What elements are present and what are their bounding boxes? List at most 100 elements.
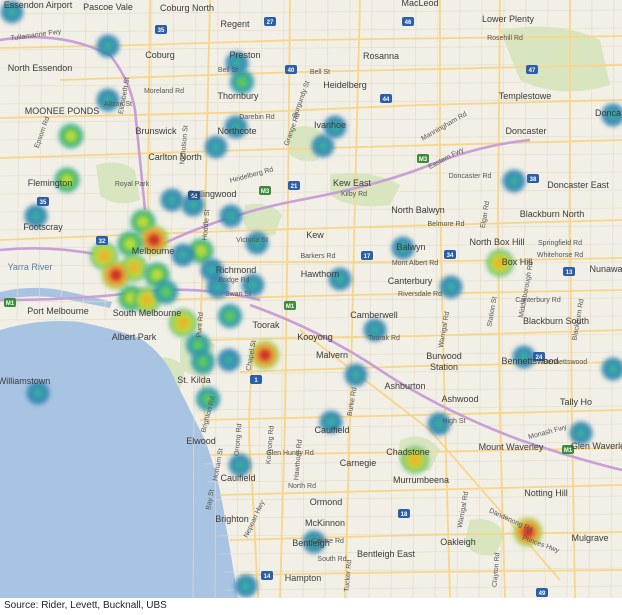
road-label: Barkers Rd: [300, 253, 335, 260]
suburb-label: Box Hill: [502, 257, 533, 267]
suburb-label: Bentleigh: [292, 538, 330, 548]
svg-text:13: 13: [566, 270, 573, 276]
suburb-label: Kooyong: [297, 332, 333, 342]
suburb-label: Heidelberg: [323, 80, 367, 90]
svg-text:46: 46: [405, 20, 412, 26]
suburb-label: Flemington: [28, 178, 73, 188]
heat-spot: [311, 134, 335, 158]
heat-spot: [217, 348, 241, 372]
suburb-label: Coburg North: [160, 3, 214, 13]
route-shield: 35: [37, 197, 49, 206]
road-label: High St: [443, 418, 466, 425]
suburb-label: Brunswick: [135, 126, 177, 136]
heat-spot: [502, 169, 526, 193]
suburb-label: Bennettswood: [501, 356, 558, 366]
heat-spot: [204, 135, 228, 159]
suburb-label: Kew East: [333, 178, 372, 188]
suburb-label: Williamstown: [0, 376, 50, 386]
suburb-label: Oakleigh: [440, 537, 476, 547]
svg-text:38: 38: [530, 177, 537, 183]
svg-text:44: 44: [383, 97, 390, 103]
heat-spot: [160, 188, 184, 212]
suburb-label: Station: [430, 362, 458, 372]
heat-spot: [58, 123, 84, 149]
suburb-label: Collingwood: [187, 189, 236, 199]
road-label: Victoria St: [236, 237, 268, 244]
heat-spot: [344, 363, 368, 387]
road-label: Darebin Rd: [239, 114, 275, 121]
suburb-label: Northcote: [217, 126, 256, 136]
suburb-label: Doncaster East: [547, 180, 609, 190]
suburb-label: Pascoe Vale: [83, 2, 133, 12]
road-label: Riversdale Rd: [398, 291, 442, 298]
suburb-label: South Melbourne: [113, 308, 182, 318]
suburb-label: Ivanhoe: [314, 120, 346, 130]
suburb-label: Hawthorn: [301, 269, 340, 279]
suburb-label: Richmond: [216, 265, 257, 275]
suburb-label: Carlton North: [148, 152, 202, 162]
route-shield: 18: [398, 509, 410, 518]
road-label: Yarra River: [8, 262, 53, 272]
road-label: Bell St: [310, 69, 330, 76]
suburb-label: Toorak: [252, 320, 280, 330]
suburb-label: North Essendon: [8, 63, 73, 73]
route-shield: 47: [526, 65, 538, 74]
suburb-label: Caulfield: [220, 473, 255, 483]
road-label: Kilby Rd: [341, 191, 367, 198]
svg-text:M3: M3: [419, 157, 428, 163]
route-shield: M3: [417, 154, 429, 163]
source-caption: Source: Rider, Levett, Bucknall, UBS: [4, 600, 167, 611]
route-shield: 17: [361, 251, 373, 260]
road-label: Whitehorse Rd: [537, 252, 583, 259]
suburb-label: Nunawa: [589, 264, 622, 274]
svg-text:47: 47: [529, 68, 536, 74]
route-shield: M3: [259, 186, 271, 195]
svg-text:32: 32: [99, 239, 106, 245]
road-label: Rosehill Rd: [487, 35, 523, 42]
suburb-label: Malvern: [316, 350, 348, 360]
suburb-label: MOONEE PONDS: [25, 106, 100, 116]
suburb-label: Canterbury: [388, 276, 433, 286]
suburb-label: Melbourne: [132, 246, 175, 256]
route-shield: 14: [261, 571, 273, 580]
route-shield: M1: [4, 298, 16, 307]
heat-spot: [234, 574, 258, 598]
route-shield: 21: [288, 181, 300, 190]
svg-text:49: 49: [539, 591, 546, 597]
suburb-label: Doncaster: [505, 126, 546, 136]
road-label: Royal Park: [115, 181, 150, 188]
road-label: Bell St: [218, 67, 238, 74]
suburb-label: Elwood: [186, 436, 216, 446]
road-label: Toorak Rd: [368, 335, 400, 342]
suburb-label: Kew: [306, 230, 324, 240]
svg-text:35: 35: [158, 28, 165, 34]
svg-text:17: 17: [364, 254, 371, 260]
suburb-label: Ormond: [310, 497, 343, 507]
svg-text:21: 21: [291, 184, 298, 190]
route-shield: 40: [285, 65, 297, 74]
suburb-label: Tally Ho: [560, 397, 592, 407]
suburb-label: Blackburn North: [520, 209, 585, 219]
suburb-label: MacLeod: [401, 0, 438, 8]
heat-spot: [171, 243, 195, 267]
heat-spot: [439, 275, 463, 299]
suburb-label: Footscray: [23, 222, 63, 232]
road-label: Moreland Rd: [144, 88, 184, 95]
suburb-label: Bentleigh East: [357, 549, 416, 559]
suburb-label: Brighton: [215, 514, 249, 524]
route-shield: 34: [444, 250, 456, 259]
suburb-label: Essendon Airport: [4, 0, 73, 10]
heat-spot: [217, 303, 243, 329]
route-shield: 13: [563, 267, 575, 276]
suburb-label: North Balwyn: [391, 205, 445, 215]
suburb-label: Murrumbeena: [393, 475, 449, 485]
svg-text:M3: M3: [261, 189, 270, 195]
heat-spot: [190, 349, 216, 375]
suburb-label: Templestowe: [499, 91, 552, 101]
map[interactable]: Tullamarine FwyBell St Bell StMoreland Rd…: [0, 0, 622, 598]
route-shield: 44: [380, 94, 392, 103]
suburb-label: Glen Waverle: [571, 441, 622, 451]
suburb-label: Mulgrave: [571, 533, 608, 543]
svg-text:M1: M1: [286, 304, 295, 310]
svg-text:14: 14: [264, 574, 271, 580]
